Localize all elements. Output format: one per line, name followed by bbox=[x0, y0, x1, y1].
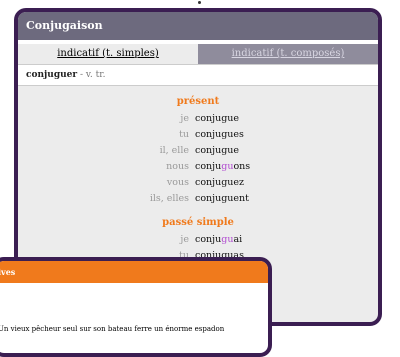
conjugation-row: tu conjugues bbox=[18, 127, 378, 143]
tense-heading: présent bbox=[176, 96, 220, 107]
conjugation-title: Conjugaison bbox=[26, 19, 103, 32]
verb-form-stem: conju bbox=[195, 161, 222, 172]
verb-form-stem: conju bbox=[195, 234, 222, 245]
verb-infinitive: conjuguer bbox=[26, 70, 78, 80]
verb-form-stem: conjugues bbox=[195, 129, 244, 140]
pronoun: je bbox=[180, 234, 189, 245]
pronoun: il, elle bbox=[159, 145, 189, 156]
notes-titlebar[interactable]: ives bbox=[0, 261, 268, 283]
verb-form-hl: gu bbox=[221, 234, 234, 245]
window-drag-handle[interactable] bbox=[191, 0, 207, 5]
verb-form: conjugues bbox=[195, 127, 244, 143]
verb-header: conjuguer - v. tr. bbox=[18, 64, 378, 86]
verb-form-tail: ons bbox=[233, 161, 251, 172]
tab-indicatif-simples[interactable]: indicatif (t. simples) bbox=[18, 44, 198, 64]
pronoun: ils, elles bbox=[149, 193, 189, 204]
tense-heading: passé simple bbox=[162, 217, 234, 228]
conjugation-row: vous conjuguez bbox=[18, 175, 378, 191]
notes-title: ives bbox=[0, 267, 16, 277]
verb-form-stem: conjugue bbox=[195, 145, 240, 156]
tense-tabs: indicatif (t. simples) indicatif (t. com… bbox=[18, 40, 378, 64]
conjugation-row: je conjugue bbox=[18, 111, 378, 127]
verb-form-stem: conjugue bbox=[195, 113, 240, 124]
pronoun: tu bbox=[179, 129, 189, 140]
verb-form-stem: conjuguent bbox=[195, 193, 249, 204]
verb-form: conjuguons bbox=[195, 159, 250, 175]
conjugation-row: nous conjuguons bbox=[18, 159, 378, 175]
verb-grammar: - v. tr. bbox=[77, 70, 106, 80]
conjugation-row: je conjuguai bbox=[18, 232, 378, 248]
drag-dot-icon bbox=[197, 1, 201, 4]
verb-form-hl: gu bbox=[221, 161, 234, 172]
notes-window: ives Un vieux pêcheur seul sur son batea… bbox=[0, 257, 272, 357]
notes-text: Un vieux pêcheur seul sur son bateau fer… bbox=[0, 325, 225, 333]
pronoun: vous bbox=[166, 177, 189, 188]
pronoun: nous bbox=[166, 161, 189, 172]
verb-form: conjuguai bbox=[195, 232, 242, 248]
conjugation-table: présent je conjugue tu conjugues il, elle conj… bbox=[18, 96, 378, 264]
verb-form: conjuguez bbox=[195, 175, 244, 191]
verb-form: conjuguent bbox=[195, 191, 249, 207]
tab-indicatif-composes[interactable]: indicatif (t. composés) bbox=[198, 44, 378, 64]
verb-form: conjugue bbox=[195, 143, 239, 159]
conjugation-row: il, elle conjugue bbox=[18, 143, 378, 159]
verb-form: conjugue bbox=[195, 111, 239, 127]
pronoun: je bbox=[180, 113, 189, 124]
verb-form-tail: ai bbox=[233, 234, 243, 245]
conjugation-titlebar[interactable]: Conjugaison bbox=[18, 12, 378, 40]
verb-form-stem: conjuguez bbox=[195, 177, 245, 188]
conjugation-row: ils, elles conjuguent bbox=[18, 191, 378, 207]
